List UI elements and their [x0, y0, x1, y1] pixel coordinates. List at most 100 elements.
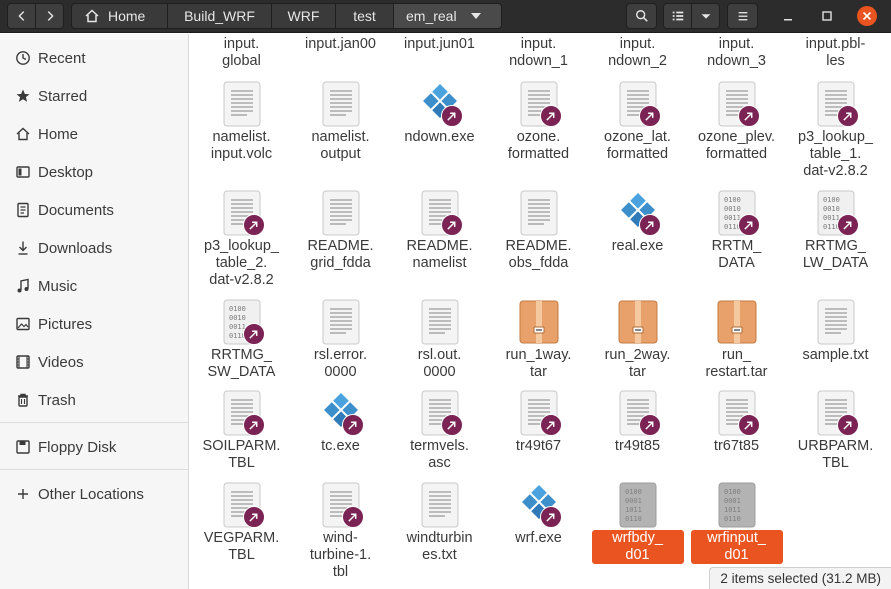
- home-icon: [13, 126, 33, 142]
- sidebar-item-desktop[interactable]: Desktop: [0, 156, 189, 188]
- file-item-run-2way-tar[interactable]: run_2way. tar: [588, 297, 687, 381]
- home-icon: [84, 8, 100, 24]
- file-item-windturbines-txt[interactable]: windturbin es.txt: [390, 480, 489, 564]
- file-item-ndown-exe[interactable]: ndown.exe: [390, 79, 489, 146]
- symlink-badge-icon: [539, 414, 562, 436]
- sidebar-item-pictures[interactable]: Pictures: [0, 308, 189, 340]
- file-item-input-ndown-2[interactable]: input. ndown_2: [588, 34, 687, 70]
- file-item-rrtmg-lw-data[interactable]: 0100 0010 0011 0110 RRTMG_ LW_DATA: [786, 188, 885, 272]
- maximize-button[interactable]: [817, 6, 837, 26]
- file-item-tr49t67[interactable]: tr49t67: [489, 388, 588, 455]
- forward-button[interactable]: [35, 3, 64, 29]
- file-name: real.exe: [611, 238, 664, 254]
- sidebar-item-videos[interactable]: Videos: [0, 346, 189, 378]
- text-file-icon: [811, 388, 861, 438]
- binary-file-icon: 0100 0010 0011 0110: [811, 188, 861, 238]
- file-item-input-ndown-1[interactable]: input. ndown_1: [489, 34, 588, 70]
- file-item-termvels-asc[interactable]: termvels. asc: [390, 388, 489, 472]
- file-item-wrfbdy-d01[interactable]: 0100 0001 1011 0110 wrfbdy_ d01: [588, 480, 687, 564]
- file-item-rsl-error-0000[interactable]: rsl.error. 0000: [291, 297, 390, 381]
- file-item-namelist-output[interactable]: namelist. output: [291, 79, 390, 163]
- view-toggle-button[interactable]: [663, 3, 692, 29]
- file-item-namelist-input-volc[interactable]: namelist. input.volc: [192, 79, 291, 163]
- text-file-icon: [217, 34, 267, 36]
- file-item-rrtmg-sw-data[interactable]: 0100 0010 0011 0110 RRTMG_ SW_DATA: [192, 297, 291, 381]
- file-item-real-exe[interactable]: real.exe: [588, 188, 687, 255]
- text-file-icon: [316, 480, 366, 530]
- view-options-button[interactable]: [691, 3, 720, 29]
- file-item-input-ndown-3[interactable]: input. ndown_3: [687, 34, 786, 70]
- executable-icon: [415, 79, 465, 129]
- file-item-input-jun01[interactable]: input.jun01: [390, 34, 489, 53]
- sidebar-item-recent[interactable]: Recent: [0, 42, 189, 74]
- caret-down-icon: [701, 14, 710, 19]
- file-item-ozone-formatted[interactable]: ozone. formatted: [489, 79, 588, 163]
- symlink-badge-icon: [242, 506, 265, 528]
- file-item-run-restart-tar[interactable]: run_ restart.tar: [687, 297, 786, 381]
- symlink-badge-icon: [242, 414, 265, 436]
- file-name: RRTMG_ SW_DATA: [207, 347, 276, 380]
- download-icon: [13, 240, 33, 256]
- file-item-vegparm-tbl[interactable]: VEGPARM. TBL: [192, 480, 291, 564]
- close-button[interactable]: [857, 6, 877, 26]
- text-file-icon: [217, 480, 267, 530]
- sidebar-item-starred[interactable]: Starred: [0, 80, 189, 112]
- file-item-ozone-lat-formatted[interactable]: ozone_lat. formatted: [588, 79, 687, 163]
- breadcrumb-wrf[interactable]: WRF: [272, 3, 336, 29]
- svg-text:0100: 0100: [724, 196, 741, 204]
- symlink-badge-icon: [836, 414, 859, 436]
- sidebar-item-home[interactable]: Home: [0, 118, 189, 150]
- sidebar-item-documents[interactable]: Documents: [0, 194, 189, 226]
- symlink-badge-icon: [638, 214, 661, 236]
- file-item-rsl-out-0000[interactable]: rsl.out. 0000: [390, 297, 489, 381]
- sidebar-item-downloads[interactable]: Downloads: [0, 232, 189, 264]
- file-item-rrtm-data[interactable]: 0100 0010 0011 0110 RRTM_ DATA: [687, 188, 786, 272]
- minimize-button[interactable]: [778, 6, 798, 26]
- file-item-wrfinput-d01[interactable]: 0100 0001 1011 0110 wrfinput_ d01: [687, 480, 786, 564]
- file-item-ozone-plev-formatted[interactable]: ozone_plev. formatted: [687, 79, 786, 163]
- file-name: input.jun01: [404, 36, 475, 52]
- file-item-p3-lookup-table-1-dat-v2-8-2[interactable]: p3_lookup_ table_1. dat-v2.8.2: [786, 79, 885, 180]
- file-item-readme-obs-fdda[interactable]: README. obs_fdda: [489, 188, 588, 272]
- file-name: termvels. asc: [410, 438, 469, 471]
- file-item-run-1way-tar[interactable]: run_1way. tar: [489, 297, 588, 381]
- file-item-readme-grid-fdda[interactable]: README. grid_fdda: [291, 188, 390, 272]
- breadcrumb-home[interactable]: Home: [71, 3, 168, 29]
- file-item-readme-namelist[interactable]: README. namelist: [390, 188, 489, 272]
- file-name: README. namelist: [406, 238, 473, 271]
- file-item-input-global[interactable]: input. global: [192, 34, 291, 70]
- sidebar-item-other-locations[interactable]: Other Locations: [0, 478, 189, 510]
- file-item-input-pbl-les[interactable]: input.pbl- les: [786, 34, 885, 70]
- main-menu-button[interactable]: [727, 3, 758, 29]
- star-icon: [13, 88, 33, 104]
- file-item-tc-exe[interactable]: tc.exe: [291, 388, 390, 455]
- breadcrumb-build-wrf[interactable]: Build_WRF: [168, 3, 272, 29]
- sidebar-item-trash[interactable]: Trash: [0, 384, 189, 416]
- file-item-tr49t85[interactable]: tr49t85: [588, 388, 687, 455]
- symlink-badge-icon: [737, 214, 760, 236]
- file-item-sample-txt[interactable]: sample.txt: [786, 297, 885, 364]
- breadcrumb-test[interactable]: test: [336, 3, 394, 29]
- file-item-p3-lookup-table-2-dat-v2-8-2[interactable]: p3_lookup_ table_2. dat-v2.8.2: [192, 188, 291, 289]
- search-button[interactable]: [626, 3, 657, 29]
- back-button[interactable]: [7, 3, 36, 29]
- sidebar-item-floppy-disk[interactable]: Floppy Disk: [0, 431, 189, 463]
- file-item-wind-turbine-1-tbl[interactable]: wind- turbine-1. tbl: [291, 480, 390, 581]
- sidebar-separator: [0, 469, 189, 470]
- file-name: tr67t85: [713, 438, 760, 454]
- breadcrumb-em-real[interactable]: em_real: [394, 3, 502, 29]
- file-name: ndown.exe: [404, 129, 475, 145]
- text-file-icon: [514, 388, 564, 438]
- executable-icon: [514, 480, 564, 530]
- file-item-urbparm-tbl[interactable]: URBPARM. TBL: [786, 388, 885, 472]
- file-item-tr67t85[interactable]: tr67t85: [687, 388, 786, 455]
- svg-text:0010: 0010: [229, 314, 246, 322]
- file-item-input-jan00[interactable]: input.jan00: [291, 34, 390, 53]
- file-name: run_1way. tar: [505, 347, 572, 380]
- file-name: input. global: [222, 36, 261, 69]
- symlink-badge-icon: [638, 105, 661, 127]
- file-item-soilparm-tbl[interactable]: SOILPARM. TBL: [192, 388, 291, 472]
- symlink-badge-icon: [539, 506, 562, 528]
- file-item-wrf-exe[interactable]: wrf.exe: [489, 480, 588, 547]
- sidebar-item-music[interactable]: Music: [0, 270, 189, 302]
